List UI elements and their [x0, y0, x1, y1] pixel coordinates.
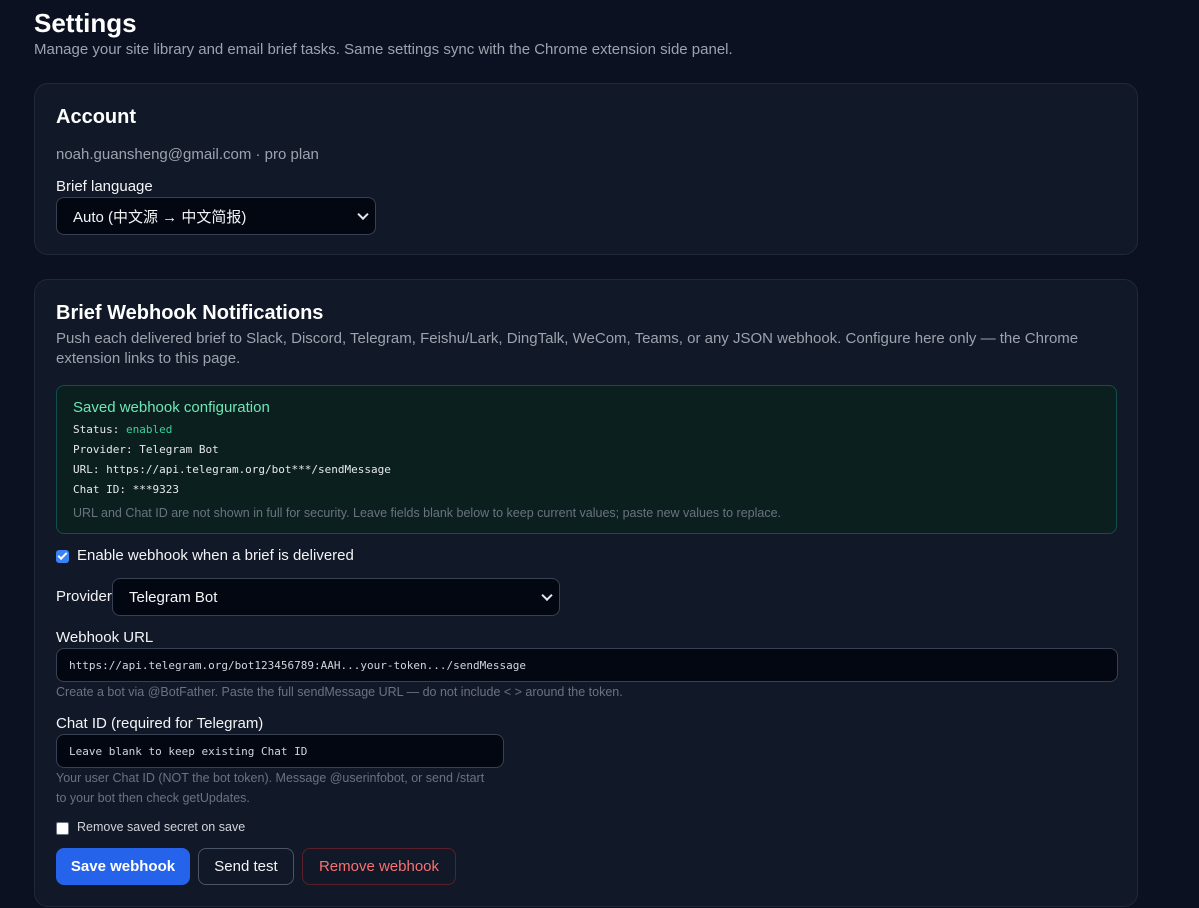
account-user-line: noah.guansheng@gmail.com · pro plan [56, 146, 319, 163]
chevron-down-icon [357, 208, 369, 221]
brief-language-label: Brief language [56, 178, 153, 195]
page-subtitle: Manage your site library and email brief… [34, 41, 733, 58]
enable-webhook-checkbox[interactable] [56, 550, 69, 563]
saved-config-title: Saved webhook configuration [73, 399, 270, 416]
saved-url-line: URL: https://api.telegram.org/bot***/sen… [73, 463, 391, 476]
webhook-url-input[interactable]: https://api.telegram.org/bot123456789:AA… [56, 648, 1118, 682]
enable-webhook-label: Enable webhook when a brief is delivered [77, 547, 354, 564]
webhook-card: Brief Webhook Notifications Push each de… [34, 279, 1138, 907]
provider-select[interactable]: Telegram Bot [112, 578, 560, 616]
brief-language-select[interactable]: Auto (中文源 → 中文简报) [56, 197, 376, 235]
chat-id-hint-2: to your bot then check getUpdates. [56, 791, 250, 805]
webhook-url-label: Webhook URL [56, 629, 154, 646]
webhook-url-hint: Create a bot via @BotFather. Paste the f… [56, 685, 623, 699]
saved-config-box: Saved webhook configuration Status: enab… [56, 385, 1117, 534]
saved-chat-id-line: Chat ID: ***9323 [73, 483, 179, 496]
provider-value: Telegram Bot [129, 588, 218, 606]
remove-secret-label: Remove saved secret on save [77, 820, 246, 834]
saved-status-key: Status: [73, 423, 120, 436]
saved-provider-line: Provider: Telegram Bot [73, 443, 219, 456]
provider-label: Provider [56, 588, 112, 605]
account-title: Account [56, 106, 136, 128]
account-card: Account noah.guansheng@gmail.com · pro p… [34, 83, 1138, 255]
chevron-down-icon [541, 589, 553, 602]
saved-status-line: Status: enabled [73, 423, 172, 436]
chat-id-label: Chat ID (required for Telegram) [56, 715, 264, 732]
remove-secret-checkbox[interactable] [56, 822, 69, 835]
page-title: Settings [34, 8, 137, 38]
webhook-title: Brief Webhook Notifications [56, 302, 324, 324]
webhook-description: Push each delivered brief to Slack, Disc… [56, 330, 1079, 367]
send-test-button[interactable]: Send test [198, 848, 294, 885]
saved-status-value: enabled [125, 423, 173, 436]
chat-id-input[interactable]: Leave blank to keep existing Chat ID [56, 734, 504, 768]
settings-page: Settings Manage your site library and em… [34, 8, 1138, 907]
saved-config-note: URL and Chat ID are not shown in full fo… [73, 506, 782, 520]
chat-id-hint-1: Your user Chat ID (NOT the bot token). M… [56, 771, 485, 785]
save-webhook-button[interactable]: Save webhook [56, 848, 190, 885]
brief-language-value: Auto (中文源 → 中文简报) [73, 208, 247, 226]
remove-webhook-button[interactable]: Remove webhook [302, 848, 456, 885]
